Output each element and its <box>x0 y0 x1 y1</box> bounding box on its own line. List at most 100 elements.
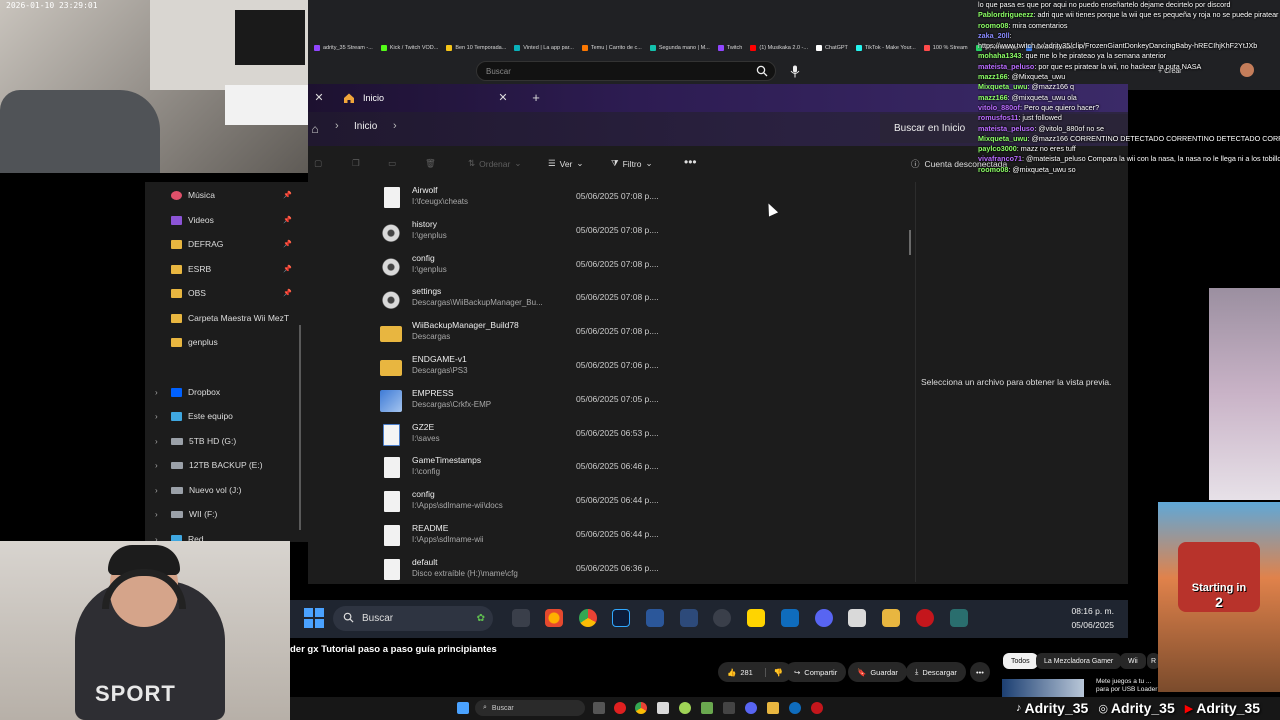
taskbar-search[interactable]: Buscar ✿ <box>333 606 493 631</box>
close-tab-icon[interactable]: ✕ <box>496 90 510 104</box>
chat-username[interactable]: zaka_20ll <box>978 31 1010 40</box>
nav-item[interactable]: ESRB 📌 <box>171 264 301 274</box>
windows-start-icon[interactable] <box>457 702 469 714</box>
download-button[interactable]: ⤓ Descargar <box>906 662 966 682</box>
bookmark-item[interactable]: 100 % Stream <box>923 45 968 51</box>
bookmark-item[interactable]: Vinted | La app par... <box>514 45 574 51</box>
obs-icon[interactable] <box>713 609 731 627</box>
opera-icon[interactable] <box>614 702 626 714</box>
chevron-right-icon[interactable]: › <box>155 486 158 495</box>
bookmark-item[interactable]: Ben 10 Temporada... <box>446 45 506 51</box>
save-button[interactable]: 🔖 Guardar <box>848 662 907 682</box>
file-row[interactable]: default Disco extraíble (H:)\mame\cfg 05/0… <box>380 555 910 587</box>
outlook-icon[interactable] <box>781 609 799 627</box>
chat-username[interactable]: mohaha1343 <box>978 51 1022 60</box>
more-icon[interactable]: ••• <box>970 662 990 682</box>
bookmark-item[interactable]: TikTok - Make Your... <box>855 45 916 51</box>
nav-item[interactable]: DEFRAG 📌 <box>171 239 301 249</box>
nav-item[interactable]: › Dropbox <box>155 387 301 397</box>
file-row[interactable]: ENDGAME-v1 Descargas\PS3 05/06/2025 07:06 … <box>380 352 910 384</box>
chat-username[interactable]: paylco3000 <box>978 144 1017 153</box>
chat-username[interactable]: Pablordrigueezz <box>978 10 1034 19</box>
app-icon[interactable] <box>680 609 698 627</box>
filter-button[interactable]: ⧩ Filtro ⌄ <box>611 158 653 169</box>
chip-todos[interactable]: Todos <box>1003 653 1038 669</box>
new-tab-icon[interactable]: + <box>528 89 544 105</box>
file-row[interactable]: Airwolf I:\fceugx\cheats 05/06/2025 07:08 … <box>380 183 910 215</box>
app-leaf-icon[interactable] <box>701 702 713 714</box>
file-explorer-icon[interactable] <box>767 702 779 714</box>
like-button[interactable]: 👍 281 👎 <box>718 662 793 682</box>
chat-username[interactable]: vivafranco71 <box>978 154 1022 163</box>
copy-icon[interactable]: ❐ <box>352 158 360 169</box>
windows-start-icon[interactable] <box>304 608 324 628</box>
chevron-right-icon[interactable]: › <box>155 437 158 446</box>
nav-item[interactable]: › 5TB HD (G:) <box>155 436 301 446</box>
chat-username[interactable]: romusfos11 <box>978 113 1018 122</box>
tab-inicio[interactable]: Inicio <box>333 86 518 110</box>
edge-icon[interactable] <box>789 702 801 714</box>
taskbar-time[interactable]: 08:16 p. m. <box>1066 606 1114 616</box>
chip-la-mezcladora[interactable]: La Mezcladora Gamer <box>1036 653 1122 669</box>
rename-icon[interactable]: ▭ <box>388 158 396 169</box>
nav-item[interactable]: Música 📌 <box>171 190 301 200</box>
cut-icon[interactable]: ▢ <box>314 158 322 169</box>
file-row[interactable]: history I:\genplus 05/06/2025 07:08 p.... <box>380 217 910 249</box>
chevron-right-icon[interactable]: › <box>155 461 158 470</box>
more-options-icon[interactable]: ••• <box>684 155 697 169</box>
chat-username[interactable]: vitolo_880of <box>978 103 1020 112</box>
bookmark-item[interactable]: Twitch <box>717 45 742 51</box>
bookmark-item[interactable]: (1) Musikaka 2.0 -... <box>750 45 808 51</box>
chat-username[interactable]: roomo08 <box>978 21 1008 30</box>
recommended-title[interactable]: Mete juegos a tu ... para por USB Loader <box>1096 678 1158 694</box>
discord-icon[interactable] <box>815 609 833 627</box>
chat-username[interactable]: Mixqueta_uwu <box>978 134 1028 143</box>
taskbar-date[interactable]: 05/06/2025 <box>1056 620 1114 630</box>
chat-username[interactable]: mateista_peluso <box>978 62 1034 71</box>
chat-username[interactable]: mazz166 <box>978 72 1008 81</box>
task-view-icon[interactable] <box>593 702 605 714</box>
sort-button[interactable]: ⇅ Ordenar ⌄ <box>468 158 521 169</box>
nav-item[interactable]: › Este equipo <box>155 411 301 421</box>
nav-item[interactable]: genplus <box>171 337 301 347</box>
bookmark-item[interactable]: Segunda mano | M... <box>649 45 710 51</box>
word-icon[interactable] <box>646 609 664 627</box>
file-row[interactable]: GameTimestamps I:\config 05/06/2025 06:46 … <box>380 453 910 485</box>
close-icon[interactable]: ✕ <box>312 90 326 104</box>
app-dark-icon[interactable] <box>723 702 735 714</box>
os-search[interactable]: ⌕ Buscar <box>475 700 585 716</box>
nav-item[interactable]: › WII (F:) <box>155 509 301 519</box>
youtube-search-input[interactable]: Buscar <box>476 61 776 81</box>
chevron-right-icon[interactable]: › <box>393 120 397 132</box>
share-button[interactable]: ↪ Compartir <box>785 662 847 682</box>
chat-username[interactable]: mateista_peluso <box>978 124 1034 133</box>
nav-item[interactable]: OBS 📌 <box>171 288 301 298</box>
file-row[interactable]: README I:\Apps\sdlmame-wii 05/06/2025 06:4… <box>380 521 910 553</box>
bookmark-item[interactable]: Kick / Twitch VOD... <box>380 45 438 51</box>
task-view-icon[interactable] <box>512 609 530 627</box>
bookmark-item[interactable]: adrity_35 Stream -... <box>314 45 373 51</box>
file-row[interactable]: WiiBackupManager_Build78 Descargas 05/06/2… <box>380 318 910 350</box>
nav-item[interactable]: Videos 📌 <box>171 215 301 225</box>
file-row[interactable]: GZ2E I:\saves 05/06/2025 06:53 p.... <box>380 420 910 452</box>
file-explorer-icon[interactable] <box>882 609 900 627</box>
chip-wii[interactable]: Wii <box>1120 653 1146 669</box>
nav-item[interactable]: › 12TB BACKUP (E:) <box>155 460 301 470</box>
nav-item[interactable]: › Nuevo vol (J:) <box>155 485 301 495</box>
snipping-tool-icon[interactable] <box>848 609 866 627</box>
app-icon[interactable] <box>657 702 669 714</box>
delete-icon[interactable]: 🗑 <box>425 158 436 169</box>
file-row[interactable]: config I:\Apps\sdlmame-wii\docs 05/06/2025… <box>380 487 910 519</box>
photoshop-icon[interactable] <box>612 609 630 627</box>
file-row[interactable]: EMPRESS Descargas\Crkfx-EMP 05/06/2025 07:… <box>380 386 910 418</box>
file-row[interactable]: settings Descargas\WiiBackupManager_Bu...… <box>380 284 910 316</box>
nav-item[interactable]: Carpeta Maestra Wii MezT <box>171 313 301 323</box>
chat-username[interactable]: mazz166 <box>978 93 1008 102</box>
app-red-icon[interactable] <box>916 609 934 627</box>
chat-username[interactable]: roomo08 <box>978 165 1008 174</box>
search-icon[interactable] <box>748 61 776 81</box>
sticky-notes-icon[interactable] <box>747 609 765 627</box>
chevron-right-icon[interactable]: › <box>155 388 158 397</box>
chrome-icon[interactable] <box>579 609 597 627</box>
home-icon[interactable]: ⌂ <box>306 120 324 138</box>
